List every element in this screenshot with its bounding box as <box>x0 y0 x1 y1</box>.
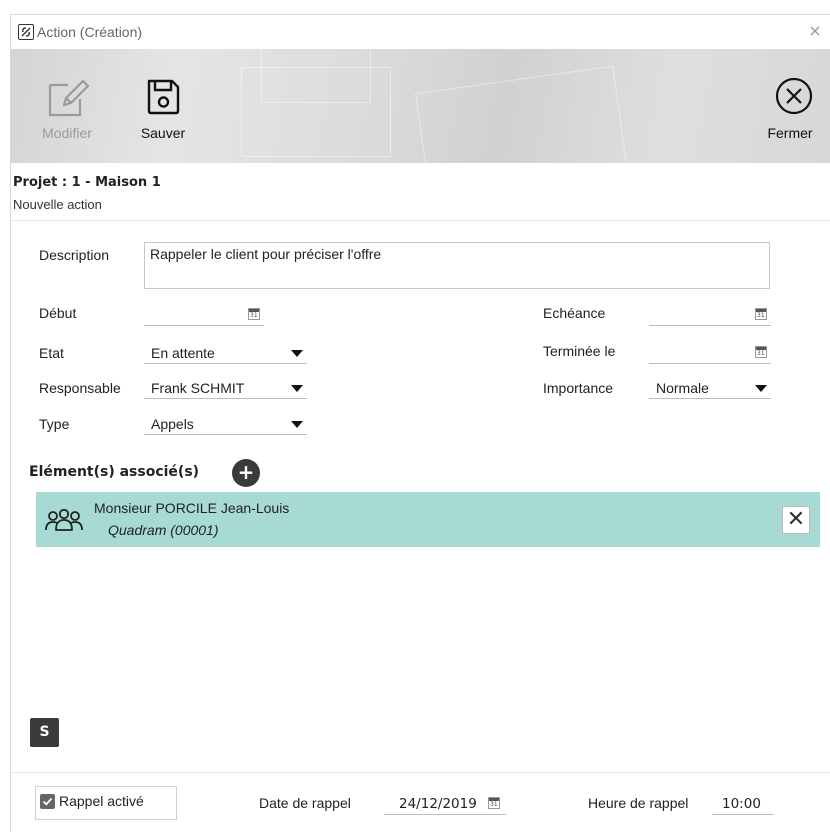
calendar-icon[interactable]: 31 <box>755 308 767 320</box>
project-title: Projet : 1 - Maison 1 <box>13 175 161 190</box>
rappel-checkbox[interactable] <box>40 794 55 809</box>
importance-value: Normale <box>656 380 709 396</box>
rappel-checkbox-group[interactable]: Rappel activé <box>35 786 177 820</box>
associated-item-company: Quadram (00001) <box>108 522 219 538</box>
fermer-button[interactable]: Fermer <box>761 49 819 141</box>
checkmark-icon <box>42 797 53 806</box>
type-label: Type <box>39 416 70 432</box>
echeance-date-field[interactable]: 31 <box>649 304 771 326</box>
date-rappel-value: 24/12/2019 <box>399 796 477 812</box>
sauver-label: Sauver <box>140 125 186 141</box>
associated-elements-title: Elément(s) associé(s) <box>29 464 200 480</box>
responsable-select[interactable]: Frank SCHMIT <box>144 377 307 399</box>
modifier-button: Modifier <box>37 49 97 141</box>
description-input[interactable]: Rappeler le client pour préciser l'offre <box>144 242 770 289</box>
calendar-day: 31 <box>490 801 498 808</box>
remove-item-button[interactable]: ✕ <box>782 506 810 534</box>
group-people-icon <box>45 508 83 531</box>
window-title: Action (Création) <box>37 24 143 40</box>
save-floppy-icon <box>147 79 180 115</box>
type-value: Appels <box>151 416 194 432</box>
type-select[interactable]: Appels <box>144 413 307 435</box>
add-associated-button[interactable]: + <box>232 459 260 487</box>
calendar-day: 31 <box>757 350 765 357</box>
chevron-down-icon <box>291 385 303 392</box>
responsable-value: Frank SCHMIT <box>151 380 245 396</box>
divider <box>11 772 830 773</box>
importance-select[interactable]: Normale <box>649 377 771 399</box>
project-subtitle: Nouvelle action <box>13 197 102 212</box>
chevron-down-icon <box>755 385 767 392</box>
edit-pencil-icon <box>48 79 90 117</box>
chevron-down-icon <box>291 350 303 357</box>
background-blueprint <box>261 49 371 103</box>
toolbar: Modifier Sauver Fermer <box>11 49 830 163</box>
rappel-label: Rappel activé <box>59 793 144 809</box>
calendar-icon[interactable]: 31 <box>488 797 500 809</box>
heure-rappel-field[interactable]: 10:00 <box>712 793 774 815</box>
responsable-label: Responsable <box>39 380 121 396</box>
chevron-down-icon <box>291 421 303 428</box>
calendar-day: 31 <box>250 312 258 319</box>
title-bar: Action (Création) × <box>11 15 830 49</box>
divider <box>11 220 830 221</box>
calendar-icon[interactable]: 31 <box>248 308 260 320</box>
app-logo-icon <box>18 24 34 40</box>
modifier-label: Modifier <box>42 125 92 141</box>
heure-rappel-value: 10:00 <box>722 796 761 812</box>
fermer-label: Fermer <box>767 125 813 141</box>
etat-label: Etat <box>39 345 64 361</box>
echeance-label: Echéance <box>543 305 606 321</box>
background-blueprint <box>415 65 627 163</box>
etat-select[interactable]: En attente <box>144 342 307 364</box>
etat-value: En attente <box>151 345 215 361</box>
debut-label: Début <box>39 305 77 321</box>
date-rappel-field[interactable]: 24/12/2019 31 <box>384 793 506 815</box>
window-close-icon[interactable]: × <box>805 21 825 41</box>
calendar-icon[interactable]: 31 <box>755 346 767 358</box>
sauver-button[interactable]: Sauver <box>135 49 191 141</box>
action-dialog: Action (Création) × Modifier Sauver Ferm… <box>10 14 830 832</box>
heure-rappel-label: Heure de rappel <box>588 795 689 811</box>
s-button[interactable]: S <box>30 718 59 747</box>
debut-date-field[interactable]: 31 <box>144 304 264 326</box>
description-label: Description <box>39 247 110 263</box>
terminee-date-field[interactable]: 31 <box>649 342 771 364</box>
importance-label: Importance <box>543 380 614 396</box>
terminee-label: Terminée le <box>543 343 616 359</box>
date-rappel-label: Date de rappel <box>259 795 351 811</box>
associated-item-name: Monsieur PORCILE Jean-Louis <box>94 500 290 516</box>
close-circle-icon <box>775 77 813 115</box>
associated-item[interactable]: Monsieur PORCILE Jean-Louis Quadram (000… <box>36 492 820 547</box>
calendar-day: 31 <box>757 312 765 319</box>
